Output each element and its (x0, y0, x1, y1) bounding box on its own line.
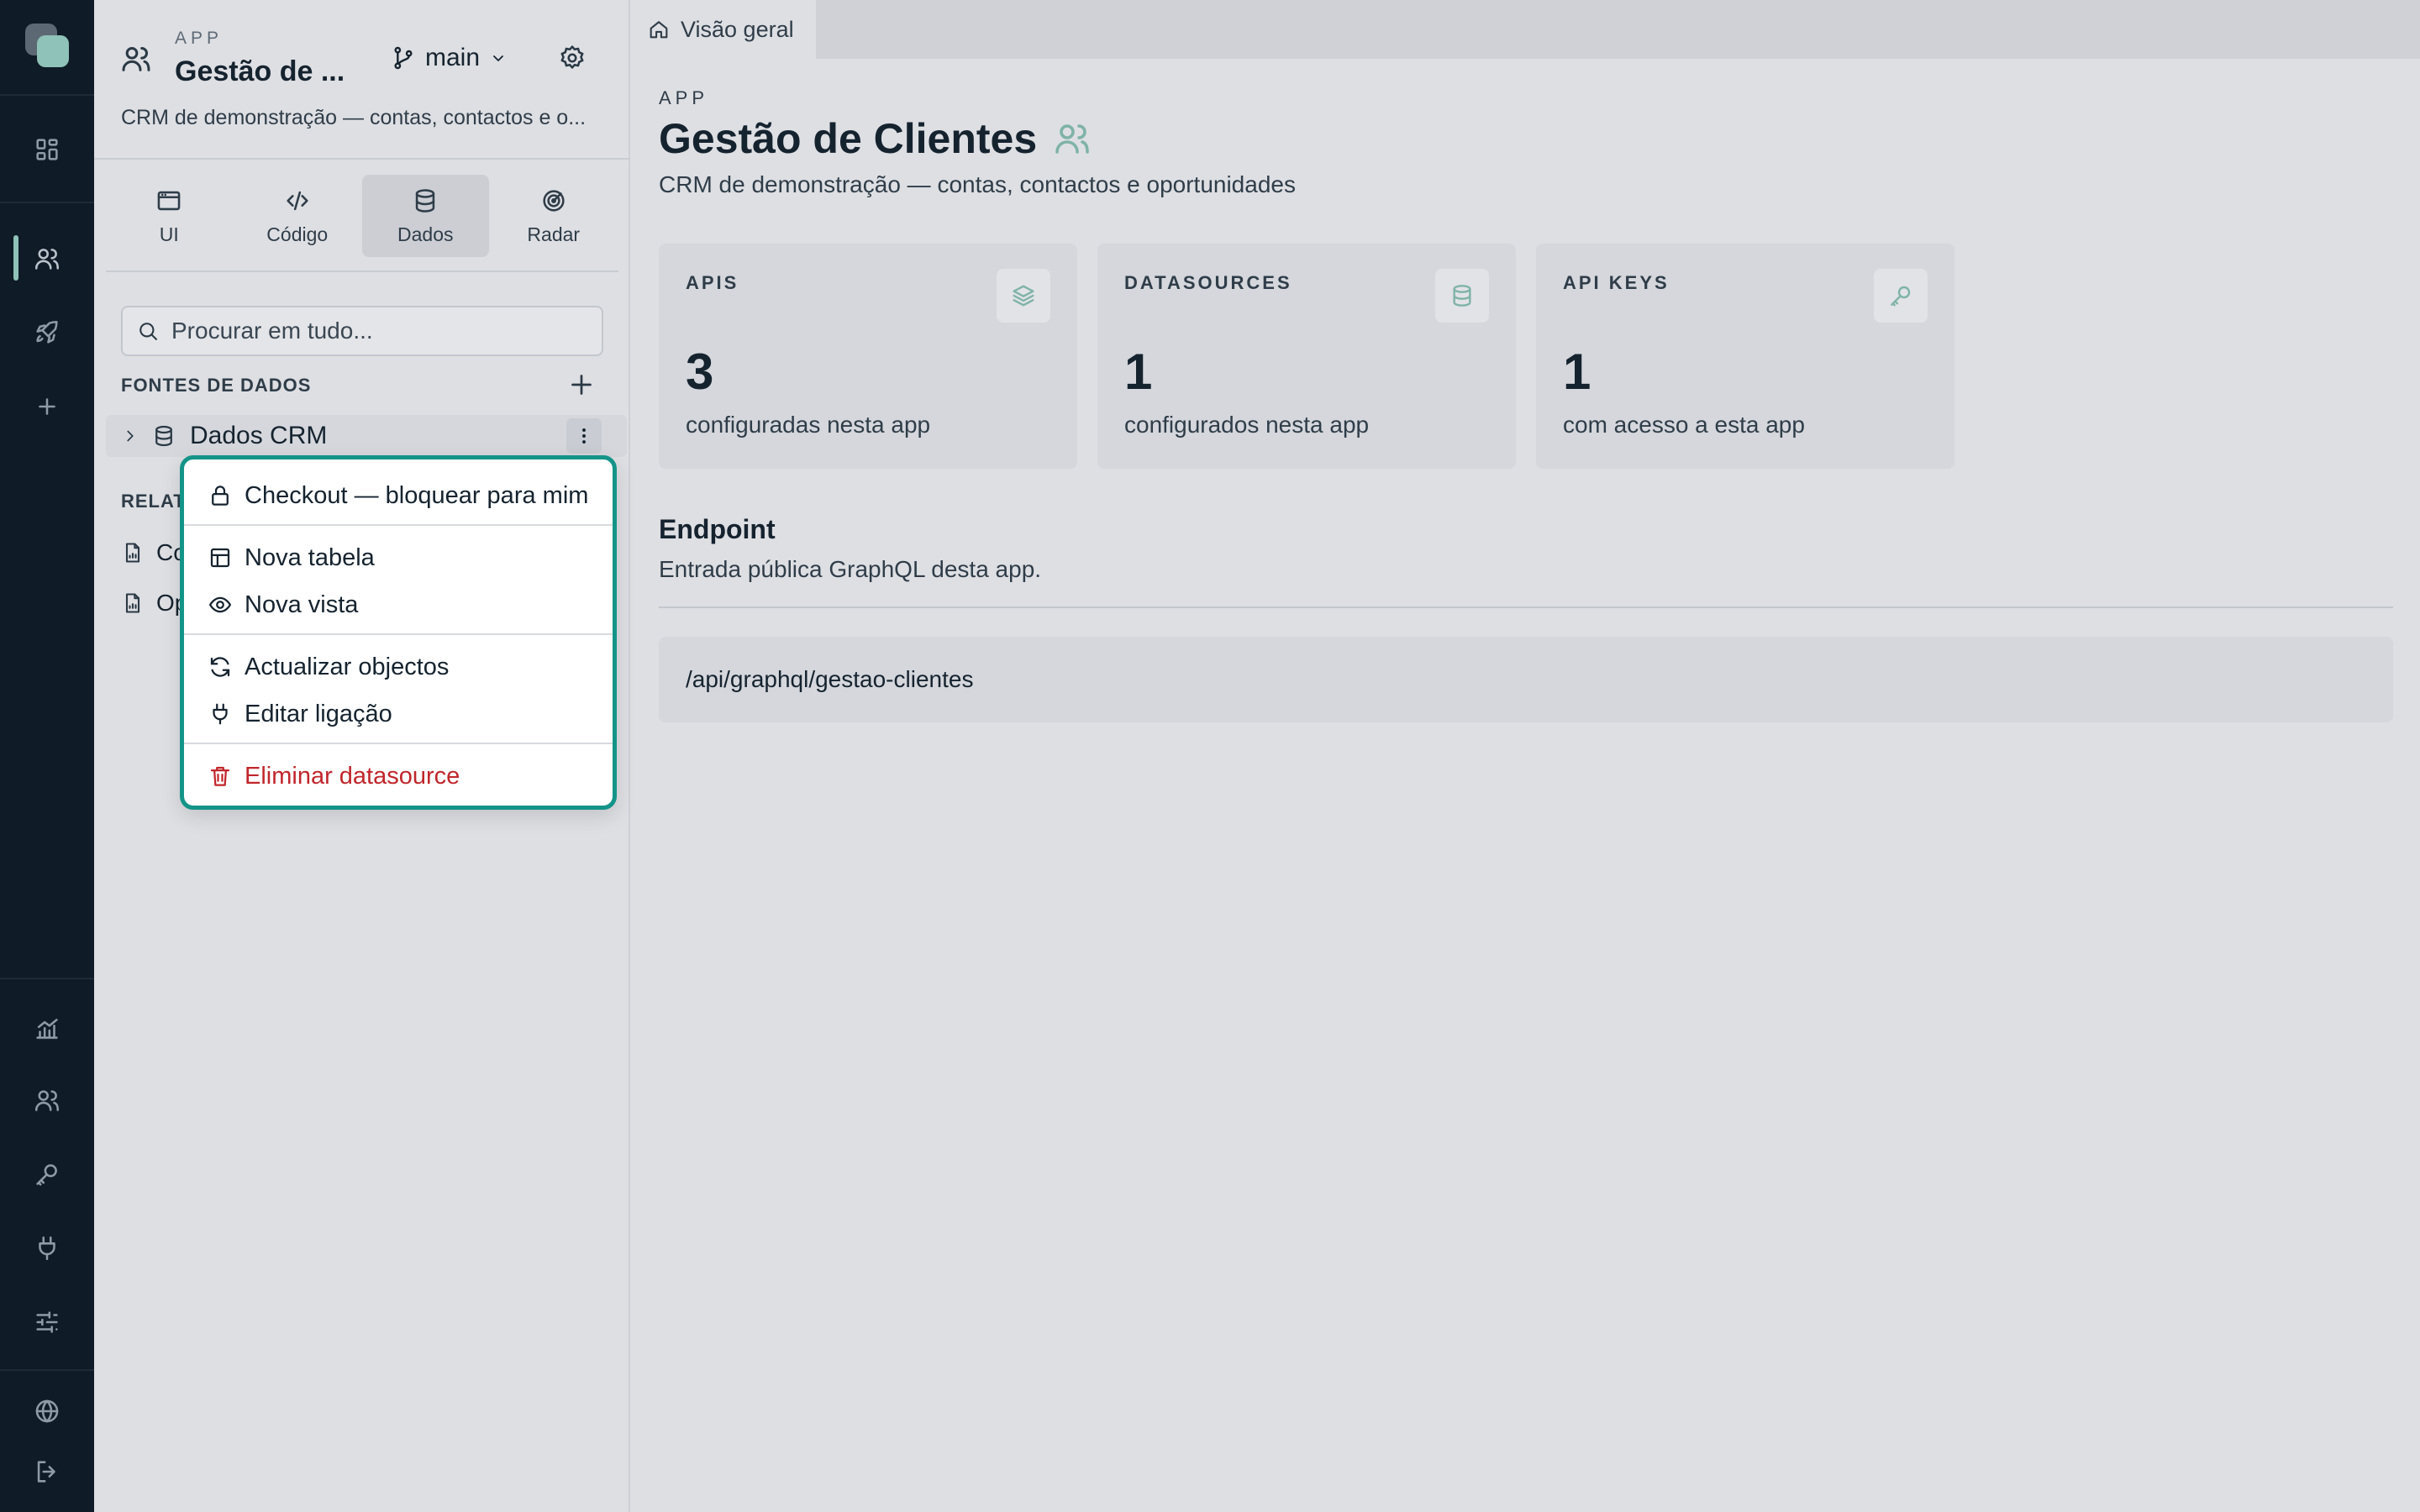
report-item[interactable]: Op (121, 590, 187, 617)
key-icon (1874, 269, 1928, 323)
branch-name: main (425, 44, 481, 71)
lock-icon (208, 483, 233, 508)
tab-overview[interactable]: Visão geral (632, 0, 816, 59)
analytics-icon[interactable] (29, 1010, 66, 1047)
rocket-icon[interactable] (29, 314, 66, 351)
page-eyebrow: APP (659, 87, 709, 108)
branch-selector[interactable]: main (390, 44, 508, 72)
git-branch-icon (390, 45, 417, 71)
card-value: 1 (1124, 344, 1153, 400)
app-logo[interactable] (24, 22, 71, 69)
tab-codigo[interactable]: Código (234, 175, 361, 257)
tab-ui[interactable]: UI (106, 175, 233, 257)
home-icon (647, 18, 671, 41)
layers-icon (997, 269, 1050, 323)
stat-card-api-keys[interactable]: API KEYS 1 com acesso a esta app (1536, 244, 1954, 469)
users-icon[interactable] (29, 240, 66, 277)
plus-icon (571, 375, 592, 395)
menu-item-delete-datasource[interactable]: Eliminar datasource (184, 755, 613, 797)
sliders-icon[interactable] (29, 1304, 66, 1341)
logout-icon[interactable] (29, 1453, 66, 1490)
chevron-right-icon[interactable] (121, 427, 139, 445)
nav-rail (0, 0, 94, 1512)
card-title: APIS (686, 272, 739, 293)
stat-card-apis[interactable]: APIS 3 configuradas nesta app (659, 244, 1077, 469)
plug-icon[interactable] (29, 1230, 66, 1267)
eye-icon (208, 592, 233, 617)
main-content: Visão geral APP Gestão de Clientes CRM d… (632, 0, 2420, 1512)
endpoint-title: Endpoint (659, 514, 776, 544)
endpoint-path: /api/graphql/gestao-clientes (686, 666, 974, 692)
window-icon (155, 186, 183, 215)
users-icon (1052, 118, 1092, 159)
card-subtitle: com acesso a esta app (1563, 412, 1805, 438)
page-tab-bar: Visão geral (632, 0, 2420, 59)
code-icon (283, 186, 312, 215)
card-title: DATASOURCES (1124, 272, 1292, 293)
key-icon[interactable] (29, 1156, 66, 1193)
add-datasource-button[interactable] (566, 370, 597, 400)
endpoint-path-box[interactable]: /api/graphql/gestao-clientes (659, 637, 2393, 722)
users-icon (119, 42, 153, 76)
file-chart-icon (121, 541, 145, 564)
trash-icon (208, 764, 233, 789)
endpoint-description: Entrada pública GraphQL desta app. (659, 556, 1042, 582)
page-title: Gestão de Clientes (659, 115, 1038, 162)
card-subtitle: configurados nesta app (1124, 412, 1370, 438)
datasource-row[interactable]: Dados CRM (106, 415, 627, 457)
menu-item-edit-connection[interactable]: Editar ligação (184, 693, 613, 735)
card-subtitle: configuradas nesta app (686, 412, 931, 438)
report-item[interactable]: Co (121, 539, 187, 566)
globe-icon[interactable] (29, 1393, 66, 1430)
card-title: API KEYS (1563, 272, 1670, 293)
datasource-context-menu: Checkout — bloquear para mim Nova tabela… (180, 455, 617, 810)
more-vertical-icon (582, 428, 586, 444)
table-icon (208, 545, 233, 570)
database-icon (151, 423, 176, 449)
page-title-row: Gestão de Clientes (659, 114, 1092, 163)
page-description: CRM de demonstração — contas, contactos … (659, 171, 1296, 197)
app-eyebrow: APP (175, 29, 224, 48)
datasources-section-label: FONTES DE DADOS (121, 375, 312, 396)
menu-item-checkout[interactable]: Checkout — bloquear para mim (184, 475, 613, 517)
database-icon (411, 186, 439, 215)
search-input[interactable] (171, 318, 592, 344)
stat-card-datasources[interactable]: DATASOURCES 1 configurados nesta app (1097, 244, 1516, 469)
tab-dados[interactable]: Dados (362, 175, 489, 257)
card-value: 3 (686, 344, 714, 400)
chevron-down-icon (488, 48, 508, 68)
app-title: Gestão de ... (175, 55, 345, 87)
panel-tabs: UI Código Dados Radar (106, 175, 618, 257)
file-chart-icon (121, 591, 145, 615)
menu-item-new-view[interactable]: Nova vista (184, 584, 613, 626)
radar-icon (539, 186, 568, 215)
plus-icon[interactable] (29, 388, 66, 425)
team-icon[interactable] (29, 1082, 66, 1119)
search-box (121, 306, 603, 356)
database-icon (1435, 269, 1489, 323)
card-value: 1 (1563, 344, 1591, 400)
datasource-label: Dados CRM (190, 422, 328, 449)
app-description: CRM de demonstração — contas, contactos … (121, 106, 587, 129)
menu-item-new-table[interactable]: Nova tabela (184, 537, 613, 579)
refresh-icon (208, 654, 233, 680)
plug-icon (208, 701, 233, 727)
dashboard-icon[interactable] (29, 131, 66, 168)
menu-item-refresh-objects[interactable]: Actualizar objectos (184, 646, 613, 688)
tab-radar[interactable]: Radar (491, 175, 618, 257)
endpoint-divider (659, 606, 2393, 608)
datasource-more-button[interactable] (566, 418, 602, 454)
gear-icon[interactable] (558, 44, 587, 72)
rail-active-indicator (13, 235, 18, 281)
search-icon (136, 319, 160, 343)
